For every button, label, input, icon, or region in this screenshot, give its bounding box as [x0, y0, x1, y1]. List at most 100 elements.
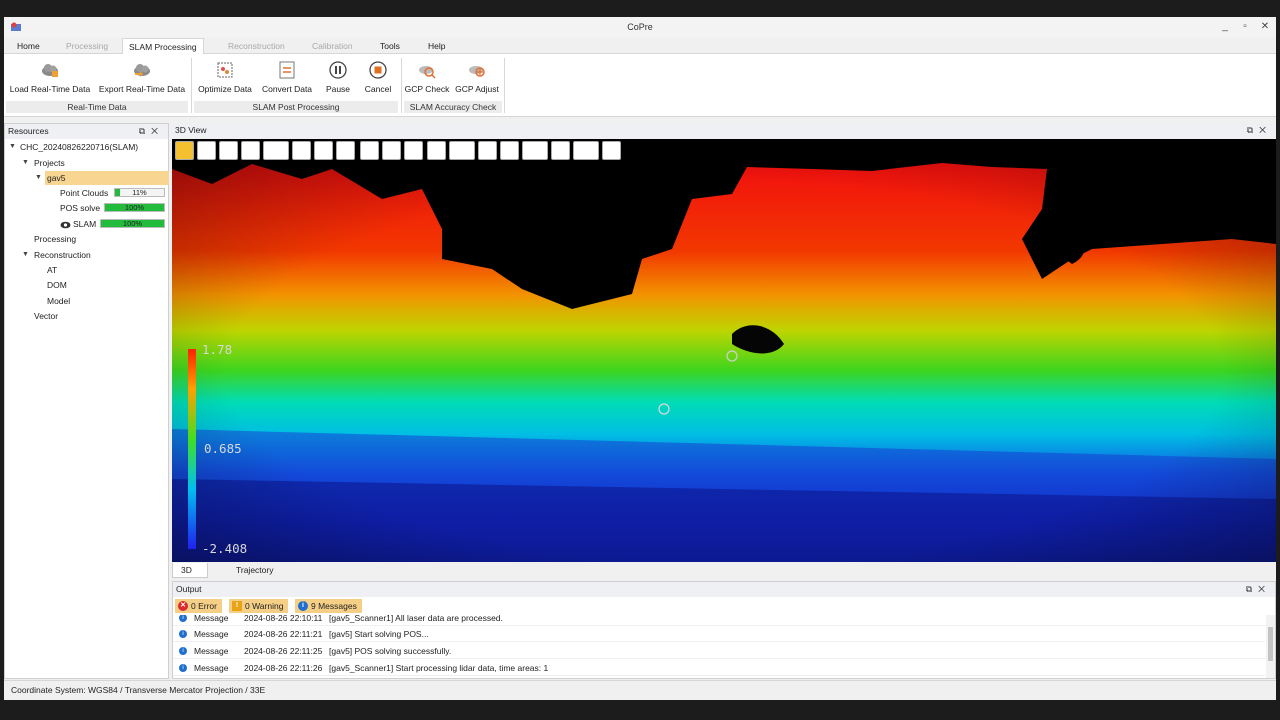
- load-real-time-data-label: Load Real-Time Data: [9, 84, 91, 94]
- locate-icon[interactable]: [602, 141, 621, 160]
- gcp-check-button[interactable]: GCP Check: [404, 58, 450, 100]
- convert-icon: [279, 61, 295, 79]
- resources-panel: Resources ⧉✕ ▼ CHC_20240826220716(SLAM) …: [4, 123, 169, 679]
- info-icon: i: [179, 630, 187, 638]
- pause-label: Pause: [325, 84, 351, 94]
- optimize-data-label: Optimize Data: [198, 84, 252, 94]
- float-panel-icon[interactable]: ⧉: [139, 126, 151, 136]
- 3d-view-header: 3D View ⧉✕: [172, 123, 1276, 138]
- messages-count: 9 Messages: [311, 601, 357, 611]
- log-row[interactable]: i Message 2024-08-26 22:11:21 [gav5] Sta…: [173, 626, 1265, 642]
- title-bar: CoPre _ ▫ ✕: [4, 17, 1276, 38]
- tree-item-pos-solve[interactable]: POS solve: [60, 201, 100, 215]
- close-panel-icon[interactable]: ✕: [1258, 584, 1271, 594]
- layer-icon[interactable]: [500, 141, 519, 160]
- maximize-button[interactable]: ▫: [1238, 20, 1252, 34]
- export-real-time-data-button[interactable]: Export Real-Time Data: [96, 58, 188, 100]
- warning-filter-button[interactable]: ! 0 Warning: [229, 599, 289, 613]
- tree-item-at[interactable]: AT: [47, 263, 57, 277]
- tab-calibration[interactable]: Calibration: [306, 38, 359, 54]
- tree-projects[interactable]: Projects: [34, 156, 65, 170]
- point-cloud-viewport[interactable]: 1.78 0.685 -2.408: [172, 139, 1276, 562]
- close-window-button[interactable]: ✕: [1258, 20, 1272, 34]
- output-log-list[interactable]: i Message 2024-08-26 22:10:11 [gav5_Scan…: [173, 615, 1275, 678]
- tab-help[interactable]: Help: [422, 38, 451, 54]
- cancel-button[interactable]: Cancel: [360, 58, 396, 100]
- tab-trajectory[interactable]: Trajectory: [228, 563, 281, 578]
- messages-filter-button[interactable]: i 9 Messages: [295, 599, 362, 613]
- tree-project-gav5[interactable]: gav5: [45, 171, 169, 185]
- clip-icon[interactable]: [360, 141, 379, 160]
- clip-box-icon[interactable]: [382, 141, 401, 160]
- close-panel-icon[interactable]: ✕: [1259, 125, 1272, 135]
- elevation-color-icon[interactable]: [197, 141, 216, 160]
- visibility-eye-icon[interactable]: [60, 221, 71, 229]
- gcp-adjust-button[interactable]: GCP Adjust: [454, 58, 500, 100]
- measure-dropdown-icon[interactable]: [449, 141, 475, 160]
- expand-arrow-icon[interactable]: ▼: [9, 143, 17, 151]
- resources-title: Resources: [8, 126, 49, 136]
- view-grid-dropdown-icon[interactable]: [263, 141, 289, 160]
- stop-icon: [369, 61, 387, 79]
- tab-3d-view[interactable]: 3D View: [172, 563, 209, 590]
- 3d-mode-icon[interactable]: [551, 141, 570, 160]
- log-time: 2024-08-26 22:11:25: [244, 646, 323, 656]
- clip-remove-icon[interactable]: [404, 141, 423, 160]
- output-title: Output: [176, 584, 202, 594]
- select-tool-icon[interactable]: [175, 141, 194, 160]
- tree-item-dom[interactable]: DOM: [47, 278, 67, 292]
- gcp-adjust-icon: [469, 66, 485, 77]
- 3d-view-title: 3D View: [175, 125, 207, 135]
- tree-reconstruction[interactable]: Reconstruction: [34, 248, 91, 262]
- tab-home[interactable]: Home: [11, 38, 46, 54]
- visibility-dropdown-icon[interactable]: [522, 141, 548, 160]
- convert-data-button[interactable]: Convert Data: [258, 58, 316, 100]
- section-icon[interactable]: [478, 141, 497, 160]
- expand-arrow-icon[interactable]: ▼: [35, 174, 43, 182]
- info-icon: i: [179, 664, 187, 672]
- tab-slam-processing[interactable]: SLAM Processing: [122, 38, 204, 55]
- box-view-dropdown-icon[interactable]: [573, 141, 599, 160]
- point-render-icon[interactable]: [241, 141, 260, 160]
- tree-item-slam[interactable]: SLAM: [73, 217, 96, 231]
- minimize-button[interactable]: _: [1218, 20, 1232, 34]
- tree-processing[interactable]: Processing: [34, 232, 76, 246]
- color-ramp-icon[interactable]: [314, 141, 333, 160]
- log-row[interactable]: i Message 2024-08-26 22:11:26 [gav5_Scan…: [173, 660, 1265, 676]
- log-type: Message: [194, 629, 229, 639]
- warning-count: 0 Warning: [245, 601, 284, 611]
- log-message: [gav5_Scanner1] Start processing lidar d…: [329, 663, 549, 673]
- tree-item-model[interactable]: Model: [47, 294, 70, 308]
- color-mode-icon[interactable]: [219, 141, 238, 160]
- filter-icon[interactable]: [292, 141, 311, 160]
- group-separator: [191, 58, 192, 113]
- close-panel-icon[interactable]: ✕: [151, 126, 164, 136]
- align-icon[interactable]: [336, 141, 355, 160]
- tab-tools[interactable]: Tools: [374, 38, 406, 54]
- 3d-view-panel: 3D View ⧉✕ 1.78 0.685 -2.408 3D Trajecto…: [172, 123, 1276, 590]
- output-scrollbar[interactable]: [1266, 615, 1275, 678]
- error-filter-button[interactable]: ✕ 0 Error: [175, 599, 222, 613]
- expand-arrow-icon[interactable]: ▼: [22, 251, 30, 259]
- output-header: Output ⧉✕: [173, 582, 1275, 597]
- export-real-time-data-label: Export Real-Time Data: [98, 84, 186, 94]
- tab-reconstruction[interactable]: Reconstruction: [222, 38, 291, 54]
- tree-vector[interactable]: Vector: [34, 309, 58, 323]
- log-row[interactable]: i Message 2024-08-26 22:10:11 [gav5_Scan…: [173, 615, 1265, 626]
- tree-project-root[interactable]: CHC_20240826220716(SLAM): [20, 140, 138, 154]
- pause-button[interactable]: Pause: [320, 58, 356, 100]
- legend-mid-value: 0.685: [204, 441, 242, 456]
- info-icon: i: [179, 647, 187, 655]
- crop-icon[interactable]: [427, 141, 446, 160]
- float-panel-icon[interactable]: ⧉: [1247, 125, 1259, 135]
- float-panel-icon[interactable]: ⧉: [1246, 584, 1258, 594]
- expand-arrow-icon[interactable]: ▼: [22, 159, 30, 167]
- load-real-time-data-button[interactable]: Load Real-Time Data: [6, 58, 94, 100]
- error-icon: ✕: [178, 601, 188, 611]
- log-row[interactable]: i Message 2024-08-26 22:11:25 [gav5] POS…: [173, 643, 1265, 659]
- ribbon-toolbar: Load Real-Time Data Export Real-Time Dat…: [4, 54, 1276, 117]
- tree-item-point-clouds[interactable]: Point Clouds: [60, 186, 108, 200]
- optimize-data-button[interactable]: Optimize Data: [194, 58, 256, 100]
- tab-processing[interactable]: Processing: [60, 38, 114, 54]
- log-type: Message: [194, 615, 229, 623]
